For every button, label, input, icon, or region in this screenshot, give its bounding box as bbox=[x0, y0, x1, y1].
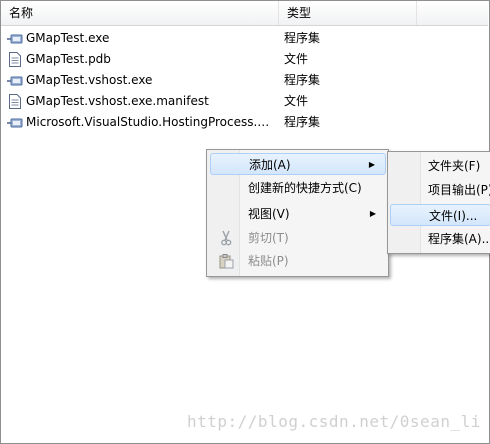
column-header-name[interactable]: 名称 bbox=[1, 1, 279, 25]
menu-item-label: 视图(V) bbox=[248, 207, 290, 221]
document-icon bbox=[7, 52, 23, 67]
file-row-hostingprocess[interactable]: Microsoft.VisualStudio.HostingProcess.Ut… bbox=[1, 112, 488, 133]
menu-item-label: 剪切(T) bbox=[248, 231, 289, 245]
file-type: 文件 bbox=[284, 52, 309, 66]
file-name: GMapTest.vshost.exe.manifest bbox=[26, 94, 209, 108]
file-name: Microsoft.VisualStudio.HostingProcess.Ut… bbox=[26, 115, 276, 129]
context-menu: 添加(A) ▶ 创建新的快捷方式(C) 视图(V) ▶ 剪切(T) 粘贴(P) bbox=[206, 149, 389, 277]
menu-item-cut[interactable]: 剪切(T) bbox=[210, 227, 386, 249]
menu-item-label: 文件夹(F) bbox=[428, 159, 481, 173]
file-type: 程序集 bbox=[284, 115, 321, 129]
clipboard-icon bbox=[218, 253, 234, 269]
submenu-item-project-output[interactable]: 项目输出(P) bbox=[390, 179, 490, 201]
scissors-icon bbox=[218, 230, 234, 246]
menu-item-label: 项目输出(P) bbox=[428, 183, 490, 197]
menu-item-label: 文件(I)... bbox=[429, 209, 478, 223]
menu-item-create-shortcut[interactable]: 创建新的快捷方式(C) bbox=[210, 177, 386, 199]
file-list: GMapTest.exe 程序集 GMapTest.pdb 文件 GMapTes… bbox=[1, 28, 488, 133]
assembly-icon bbox=[7, 73, 23, 88]
submenu-item-assembly[interactable]: 程序集(A)... bbox=[390, 228, 490, 250]
add-submenu: 文件夹(F) 项目输出(P) 文件(I)... 程序集(A)... bbox=[387, 151, 490, 254]
assembly-icon bbox=[7, 115, 23, 130]
file-name: GMapTest.vshost.exe bbox=[26, 73, 153, 87]
submenu-item-folder[interactable]: 文件夹(F) bbox=[390, 155, 490, 177]
column-header-type[interactable]: 类型 bbox=[279, 1, 417, 25]
watermark: http://blog.csdn.net/0sean_li bbox=[187, 412, 481, 431]
file-type: 程序集 bbox=[284, 73, 321, 87]
menu-item-label: 程序集(A)... bbox=[428, 232, 490, 246]
submenu-arrow-icon: ▶ bbox=[369, 209, 376, 218]
submenu-arrow-icon: ▶ bbox=[368, 160, 375, 169]
submenu-item-file[interactable]: 文件(I)... bbox=[390, 204, 490, 226]
list-header: 名称 类型 bbox=[1, 1, 488, 26]
menu-item-label: 添加(A) bbox=[249, 158, 291, 172]
menu-item-label: 粘贴(P) bbox=[248, 254, 289, 268]
menu-item-paste[interactable]: 粘贴(P) bbox=[210, 250, 386, 272]
file-row-gmaptest-vshost-exe-manifest[interactable]: GMapTest.vshost.exe.manifest 文件 bbox=[1, 91, 488, 112]
file-row-gmaptest-exe[interactable]: GMapTest.exe 程序集 bbox=[1, 28, 488, 49]
file-name: GMapTest.pdb bbox=[26, 52, 111, 66]
file-row-gmaptest-vshost-exe[interactable]: GMapTest.vshost.exe 程序集 bbox=[1, 70, 488, 91]
file-type: 文件 bbox=[284, 94, 309, 108]
menu-item-label: 创建新的快捷方式(C) bbox=[248, 181, 362, 195]
assembly-icon bbox=[7, 31, 23, 46]
menu-item-add[interactable]: 添加(A) ▶ bbox=[210, 153, 386, 175]
menu-item-view[interactable]: 视图(V) ▶ bbox=[210, 203, 386, 225]
document-icon bbox=[7, 94, 23, 109]
file-type: 程序集 bbox=[284, 31, 321, 45]
file-name: GMapTest.exe bbox=[26, 31, 110, 45]
file-row-gmaptest-pdb[interactable]: GMapTest.pdb 文件 bbox=[1, 49, 488, 70]
